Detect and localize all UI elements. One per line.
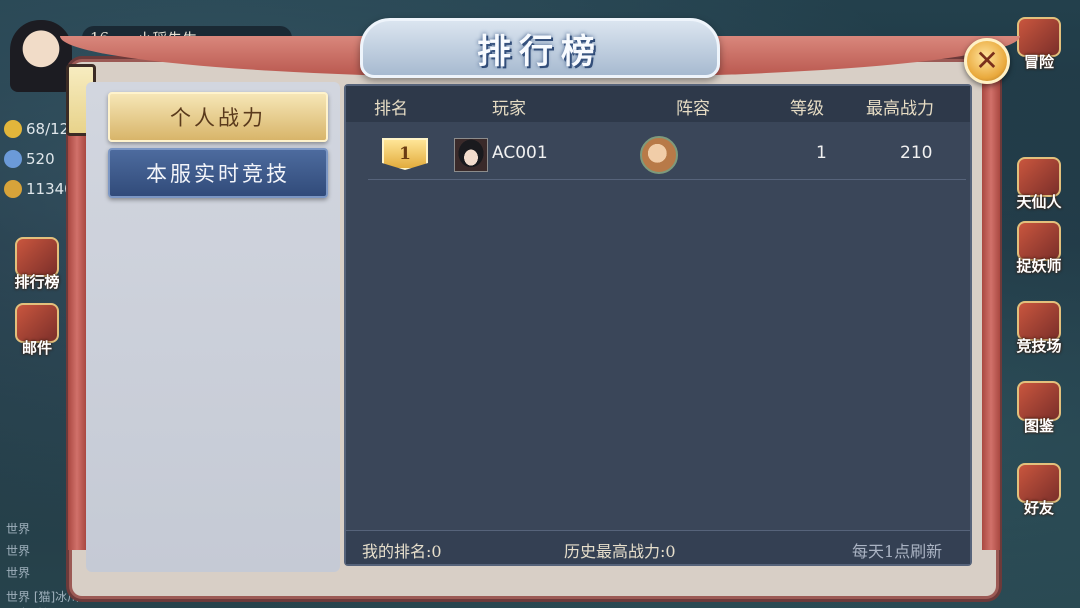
player-avatar-hud[interactable] [10, 20, 72, 92]
chat-line: 世界 [6, 544, 31, 558]
lineup-hero-avatar[interactable] [640, 136, 678, 174]
header-level: 等级 [790, 99, 824, 119]
immortal-side-label: 天仙人 [1016, 193, 1062, 211]
table-row[interactable]: 1 AC001 1 210 [368, 130, 966, 180]
table-footer: 我的排名:0 历史最高战力:0 每天1点刷新 [346, 530, 970, 564]
friends-side-button[interactable]: 好友 [1008, 456, 1070, 518]
mail-side-label: 邮件 [21, 339, 52, 357]
tab-server-arena[interactable]: 本服实时竞技 [108, 148, 328, 198]
mail-side-button[interactable]: 邮件 [6, 296, 68, 358]
table-header: 排名 玩家 阵容 等级 最高战力 [346, 86, 970, 122]
header-lineup: 阵容 [676, 99, 710, 119]
dialog-title: 排行榜 [477, 31, 603, 72]
energy-icon [4, 120, 22, 138]
close-button[interactable]: ✕ [964, 38, 1010, 84]
friends-side-label: 好友 [1023, 499, 1054, 517]
diamond-icon [4, 150, 22, 168]
ranking-side-label: 排行榜 [14, 273, 60, 291]
immortal-side-button[interactable]: 天仙人 [1008, 150, 1070, 212]
codex-side-button[interactable]: 图鉴 [1008, 374, 1070, 436]
ranking-table: 排名 玩家 阵容 等级 最高战力 1 AC001 1 210 我的排名:0 历史… [344, 84, 972, 566]
rank-badge: 1 [382, 138, 428, 170]
header-rank: 排名 [374, 99, 408, 119]
adventure-side-label: 冒险 [1023, 53, 1054, 71]
player-avatar[interactable] [454, 138, 488, 172]
arena-side-label: 竞技场 [1016, 337, 1062, 355]
tab-personal-power-label: 个人战力 [170, 106, 266, 130]
demon-hunter-side-button[interactable]: 捉妖师 [1008, 214, 1070, 276]
level-cell: 1 [816, 143, 827, 163]
dialog-pillar-left [68, 70, 86, 550]
codex-side-label: 图鉴 [1023, 417, 1054, 435]
history-best-power: 历史最高战力:0 [564, 542, 676, 561]
gold-value: 11340 [26, 180, 74, 198]
right-hud: 冒险 天仙人 捉妖师 竞技场 图鉴 好友 [990, 0, 1080, 608]
demon-hunter-side-label: 捉妖师 [1016, 257, 1062, 275]
refresh-note: 每天1点刷新 [852, 542, 943, 561]
adventure-side-button[interactable]: 冒险 [1008, 10, 1070, 72]
my-rank: 我的排名:0 [362, 542, 442, 561]
tab-personal-power[interactable]: 个人战力 [108, 92, 328, 142]
chat-line: 世界 [6, 522, 31, 536]
header-player: 玩家 [492, 99, 526, 119]
gold-icon [4, 180, 22, 198]
rank-value: 1 [399, 144, 411, 164]
chat-line: 世界 [6, 566, 31, 580]
dialog-pillar-right [982, 70, 1000, 550]
dialog-title-plate: 排行榜 [360, 18, 720, 78]
tab-server-arena-label: 本服实时竞技 [146, 162, 290, 186]
arena-side-button[interactable]: 竞技场 [1008, 294, 1070, 356]
close-icon: ✕ [975, 44, 999, 77]
header-power: 最高战力 [866, 99, 934, 119]
player-name-cell: AC001 [492, 143, 548, 163]
ranking-side-button[interactable]: 排行榜 [6, 230, 68, 292]
diamond-value: 520 [26, 150, 55, 168]
energy-value: 68/12 [26, 120, 70, 138]
power-cell: 210 [900, 143, 933, 163]
